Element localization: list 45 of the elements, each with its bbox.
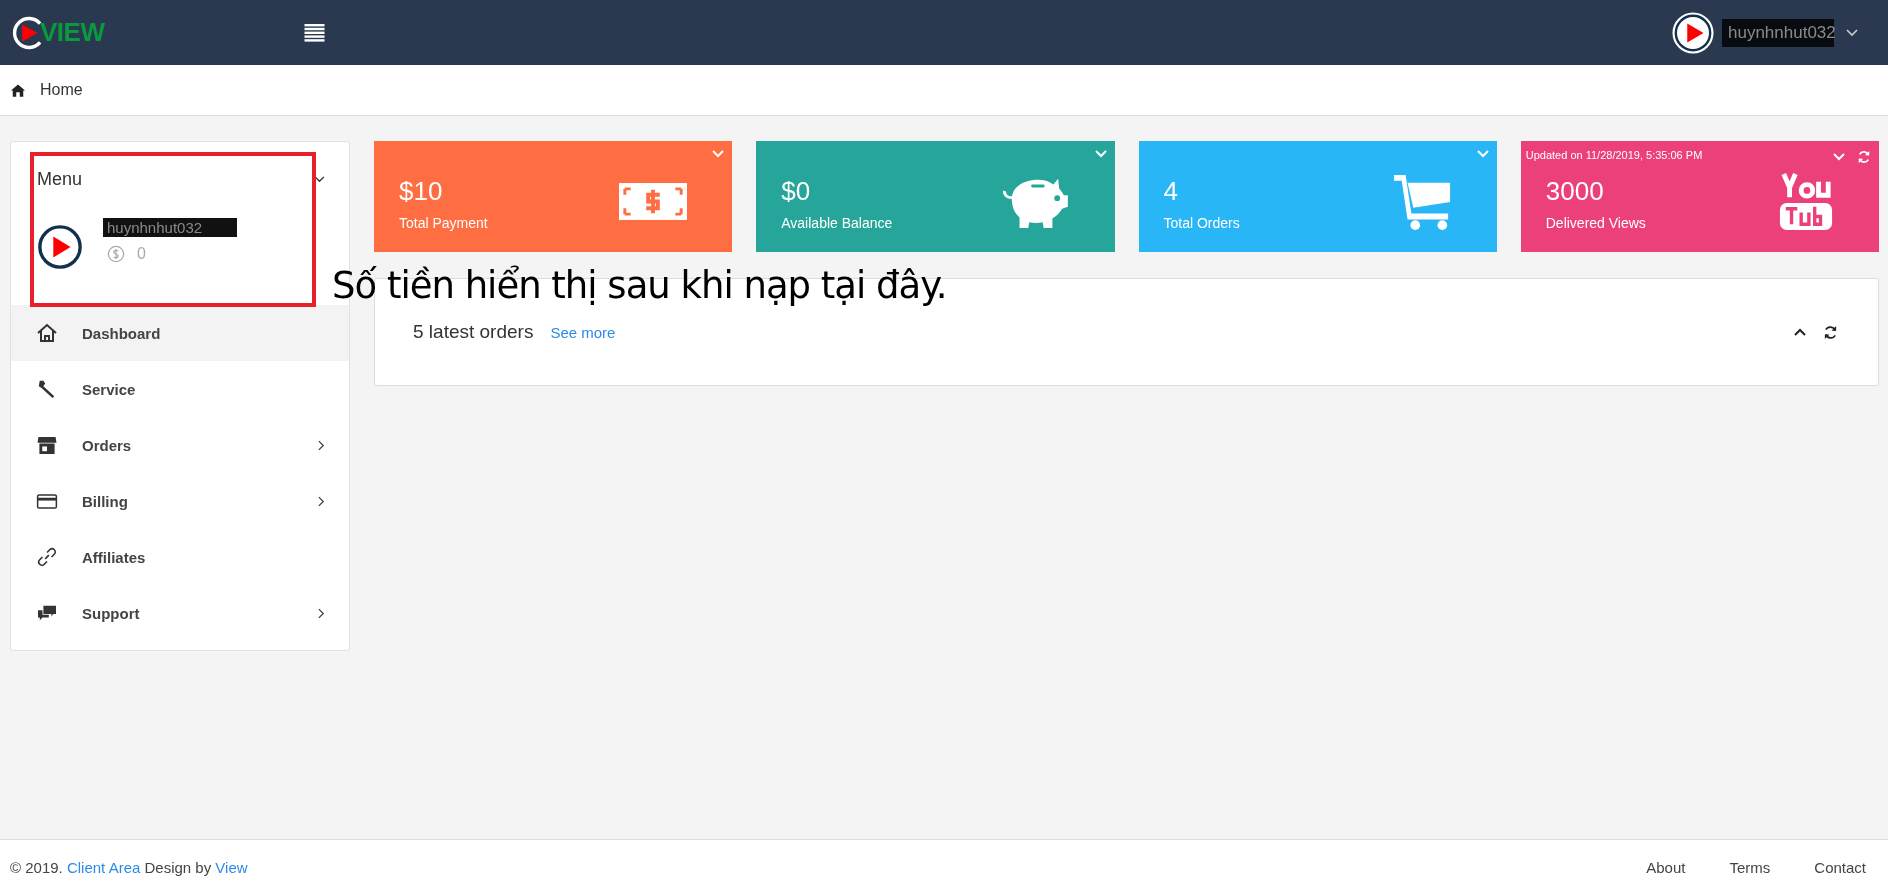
- client-area-link[interactable]: Client Area: [66, 859, 141, 876]
- home-icon[interactable]: [11, 83, 25, 97]
- coin-icon: [107, 245, 125, 263]
- stat-label: Total Orders: [1163, 215, 1241, 231]
- store-icon: [36, 435, 58, 455]
- stat-label: Total Payment: [399, 215, 489, 231]
- chevron-down-icon[interactable]: [314, 176, 325, 183]
- stat-value: 3000: [1545, 176, 1605, 207]
- footer-link[interactable]: Contact: [1814, 859, 1866, 876]
- credit-card-icon: [36, 493, 58, 509]
- see-more-link[interactable]: See more: [550, 323, 616, 341]
- cart-icon: [1393, 172, 1452, 231]
- menu-title: Menu: [37, 169, 83, 190]
- house-icon: [36, 323, 58, 343]
- money-icon: [619, 183, 688, 220]
- link-icon: [36, 547, 58, 567]
- annotation-text: Số tiền hiển thị sau khi nạp tại đây.: [332, 264, 947, 307]
- stat-value: 4: [1163, 176, 1179, 207]
- updated-time: Updated on 11/28/2019, 5:35:06 PM: [1525, 149, 1703, 161]
- menu-icon[interactable]: [304, 23, 325, 42]
- stat-label: Available Balance: [781, 215, 894, 231]
- sidebar-item[interactable]: Service: [11, 361, 349, 417]
- sidebar-item[interactable]: Affiliates: [11, 529, 349, 585]
- sidebar-item[interactable]: Orders: [11, 417, 349, 473]
- breadcrumb-link[interactable]: Home: [40, 81, 83, 99]
- refresh-icon[interactable]: [1823, 324, 1838, 340]
- footer-link[interactable]: About: [1646, 859, 1686, 876]
- stat-value: $0: [781, 176, 812, 207]
- balance-amount: 0: [137, 245, 146, 263]
- author-link[interactable]: View: [215, 859, 248, 876]
- chat-icon: [36, 604, 58, 622]
- avatar-icon: [37, 224, 83, 270]
- sidebar-item[interactable]: Dashboard: [11, 305, 349, 361]
- stat-value: $10: [399, 176, 444, 207]
- username: huynhnhut032: [103, 218, 237, 237]
- copyright-text: © 2019. Client Area Design by View: [10, 859, 248, 876]
- sidebar-item[interactable]: Billing: [11, 473, 349, 529]
- avatar-icon[interactable]: [1672, 11, 1714, 54]
- video-logo-icon: [1778, 171, 1834, 232]
- sidebar-item[interactable]: Support: [11, 585, 349, 641]
- stat-label: Delivered Views: [1545, 215, 1647, 231]
- panel-title: 5 latest orders: [413, 321, 534, 343]
- footer-link[interactable]: Terms: [1729, 859, 1771, 876]
- username[interactable]: huynhnhut032: [1722, 18, 1834, 47]
- chevron-up-icon[interactable]: [1794, 328, 1806, 336]
